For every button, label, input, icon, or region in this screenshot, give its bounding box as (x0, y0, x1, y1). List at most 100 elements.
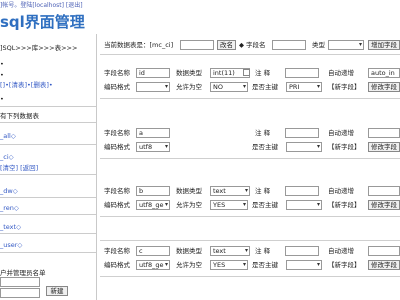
auto-increment-input[interactable] (368, 186, 400, 196)
comment-input[interactable] (285, 246, 319, 256)
auto-increment-label: 自动递增 (328, 187, 354, 195)
primary-key-label: 是否主键 (252, 261, 278, 269)
comment-label: 注 释 (255, 247, 271, 255)
encoding-label: 编码格式 (104, 261, 130, 269)
modify-field-button[interactable]: 修改字段 (368, 200, 400, 210)
encoding-select[interactable]: utf8 (136, 142, 170, 152)
allow-null-label: 允许为空 (176, 201, 202, 209)
auto-increment-label: 自动递增 (328, 129, 354, 137)
sidebar-table-user[interactable]: _user◇ (0, 241, 22, 249)
field-name-input[interactable]: b (136, 186, 170, 196)
field-name-input[interactable]: id (136, 68, 170, 78)
field-name-input[interactable]: c (136, 246, 170, 256)
modify-field-button[interactable]: 修改字段 (368, 82, 400, 92)
current-table-label: 当前数据表是：[mc_ci] (104, 41, 174, 49)
sidebar-divider-vertical (96, 34, 97, 300)
new-field-type-select[interactable] (328, 40, 364, 50)
field-name-label: 字段名称 (104, 69, 130, 77)
new-field-link[interactable]: 【新字段】 (328, 82, 361, 92)
auto-increment-label: 自动递增 (328, 69, 354, 77)
sidebar-admin-label: 户并管理员名单 (0, 269, 46, 277)
type-label: 类型 (312, 41, 325, 49)
primary-key-select[interactable] (286, 260, 322, 270)
login-status-text: ]帐号。登陆[localhost] [退出] (0, 2, 83, 9)
auto-increment-label: 自动递增 (328, 247, 354, 255)
encoding-select[interactable]: utf8_ge (136, 200, 170, 210)
sidebar-divider (0, 144, 96, 145)
auto-increment-input[interactable] (368, 246, 400, 256)
sidebar-clear-return[interactable]: [清空] [返回] (0, 162, 38, 172)
sidebar-divider (0, 106, 96, 107)
primary-key-label: 是否主键 (252, 201, 278, 209)
modify-field-button[interactable]: 修改字段 (368, 142, 400, 152)
rename-button[interactable]: 改名 (217, 40, 236, 50)
section-divider (100, 158, 400, 159)
sidebar-table-ci[interactable]: _ci◇ (0, 153, 14, 161)
section-divider (100, 216, 400, 217)
data-type-select[interactable]: text (210, 186, 250, 196)
section-divider (100, 240, 400, 241)
sidebar-table-ren[interactable]: _ren◇ (0, 204, 19, 212)
rename-input[interactable] (180, 40, 214, 50)
add-field-button[interactable]: 增加字段 (368, 40, 400, 50)
auto-increment-input[interactable] (368, 128, 400, 138)
sidebar-divider (0, 233, 96, 234)
comment-input[interactable] (285, 68, 319, 78)
encoding-label: 编码格式 (104, 83, 130, 91)
encoding-select[interactable] (136, 82, 170, 92)
sidebar-item: • (0, 71, 4, 79)
primary-key-select[interactable] (286, 200, 322, 210)
new-table-button[interactable]: 新建 (46, 286, 68, 296)
comment-label: 注 释 (255, 69, 271, 77)
section-divider (100, 54, 400, 55)
sidebar-tables-heading: 有下列数据表 (0, 112, 39, 120)
comment-input[interactable] (285, 186, 319, 196)
allow-null-label: 允许为空 (176, 261, 202, 269)
new-table-input-2[interactable] (0, 288, 40, 298)
section-divider (100, 276, 400, 277)
primary-key-label: 是否主键 (252, 83, 278, 91)
top-login-bar: ]帐号。登陆[localhost] [退出] (0, 0, 400, 10)
new-field-link[interactable]: 【新字段】 (328, 200, 361, 210)
new-table-input[interactable] (0, 277, 40, 287)
data-type-label: 数据类型 (176, 247, 202, 255)
field-name-label: 字段名称 (104, 187, 130, 195)
allow-null-select[interactable]: YES (210, 260, 248, 270)
primary-key-select[interactable] (286, 142, 322, 152)
app-title: sql界面管理 (0, 13, 85, 31)
allow-null-label: 允许为空 (176, 83, 202, 91)
modify-field-button[interactable]: 修改字段 (368, 260, 400, 270)
sidebar-table-all[interactable]: _all◇ (0, 132, 16, 140)
data-type-label: 数据类型 (176, 187, 202, 195)
allow-null-select[interactable]: YES (210, 200, 248, 210)
primary-key-select[interactable]: PRI (286, 82, 322, 92)
encoding-label: 编码格式 (104, 143, 130, 151)
sidebar: ]SQL>>>库>>>表>>> • • []•[清表]•[删表]• • 有下列数… (0, 34, 96, 300)
sidebar-item: • (0, 60, 4, 68)
field-name-input[interactable]: a (136, 128, 170, 138)
new-field-link[interactable]: 【新字段】 (328, 142, 361, 152)
diamond-icon: ◆ (239, 41, 244, 49)
encoding-select[interactable]: utf8_ge (136, 260, 170, 270)
sidebar-divider (0, 122, 96, 123)
new-field-link[interactable]: 【新字段】 (328, 260, 361, 270)
new-field-name-input[interactable] (272, 40, 306, 50)
sidebar-table-text[interactable]: _text◇ (0, 223, 21, 231)
sidebar-divider (0, 197, 96, 198)
field-name-label: 字段名 (246, 41, 266, 49)
sidebar-table-actions[interactable]: []•[清表]•[删表]• (0, 79, 53, 89)
comment-label: 注 释 (255, 129, 271, 137)
data-type-label: 数据类型 (176, 69, 202, 77)
data-type-select[interactable]: text (210, 246, 250, 256)
comment-label: 注 释 (255, 187, 271, 195)
encoding-label: 编码格式 (104, 201, 130, 209)
auto-increment-input[interactable]: auto_in (368, 68, 400, 78)
allow-null-select[interactable]: NO (210, 82, 248, 92)
sidebar-table-dw[interactable]: _dw◇ (0, 187, 18, 195)
sidebar-divider (0, 214, 96, 215)
field-name-label: 字段名称 (104, 129, 130, 137)
primary-key-label: 是否主键 (252, 143, 278, 151)
data-type-checkbox[interactable] (243, 69, 250, 76)
section-divider (100, 98, 400, 99)
comment-input[interactable] (285, 128, 319, 138)
